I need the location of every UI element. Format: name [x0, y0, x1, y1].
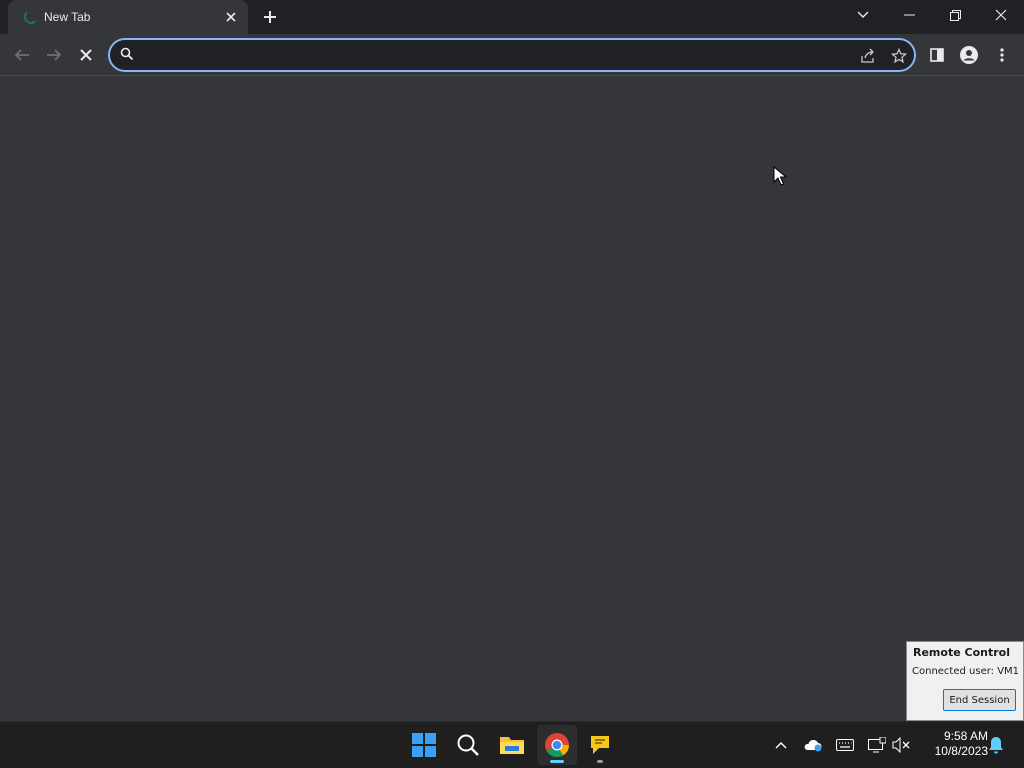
taskbar-clock[interactable]: 9:58 AM 10/8/2023	[918, 729, 988, 759]
loading-spinner-icon	[24, 10, 38, 24]
active-app-indicator	[550, 760, 564, 763]
clock-date: 10/8/2023	[934, 744, 988, 758]
tab-search-chevron-icon[interactable]	[840, 0, 886, 30]
page-content	[0, 77, 1024, 721]
taskbar: 9:58 AM 10/8/2023	[0, 721, 1024, 768]
tab-close-icon[interactable]	[222, 8, 240, 26]
address-input[interactable]	[146, 46, 846, 66]
remote-control-title: Remote Control	[913, 646, 1010, 659]
back-button[interactable]	[9, 42, 35, 68]
stop-loading-button[interactable]	[73, 42, 99, 68]
start-icon[interactable]	[404, 725, 444, 765]
notification-bell-icon[interactable]	[985, 734, 1007, 756]
menu-kebab-icon[interactable]	[989, 42, 1015, 68]
browser-toolbar	[0, 34, 1024, 76]
running-app-indicator	[597, 760, 603, 763]
close-window-button[interactable]	[978, 0, 1024, 30]
volume-muted-icon[interactable]	[890, 734, 912, 756]
side-panel-icon[interactable]	[924, 42, 950, 68]
tray-overflow-chevron-icon[interactable]	[770, 734, 792, 756]
search-icon	[120, 47, 136, 63]
forward-button[interactable]	[41, 42, 67, 68]
clock-time: 9:58 AM	[943, 729, 988, 743]
end-session-button[interactable]: End Session	[943, 689, 1016, 711]
onedrive-cloud-icon[interactable]	[802, 734, 824, 756]
tab-new-tab[interactable]: New Tab	[8, 0, 248, 34]
remote-control-panel: Remote Control Connected user: VM1 End S…	[906, 641, 1024, 721]
keyboard-icon[interactable]	[834, 734, 856, 756]
tab-strip: New Tab	[0, 0, 1024, 34]
minimize-button[interactable]	[886, 0, 932, 30]
address-bar[interactable]	[108, 38, 916, 72]
share-icon[interactable]	[858, 46, 878, 66]
chat-app-icon[interactable]	[580, 725, 620, 765]
mouse-cursor-icon	[773, 165, 788, 191]
file-explorer-icon[interactable]	[492, 725, 532, 765]
restore-button[interactable]	[932, 0, 978, 30]
chrome-icon[interactable]	[537, 725, 577, 765]
connected-user-label: Connected user: VM1	[912, 666, 1020, 677]
tab-title: New Tab	[44, 10, 91, 24]
search-icon[interactable]	[448, 725, 488, 765]
new-tab-button[interactable]	[258, 5, 282, 29]
profile-icon[interactable]	[956, 42, 982, 68]
network-display-icon[interactable]	[866, 734, 888, 756]
bookmark-star-icon[interactable]	[889, 46, 909, 66]
